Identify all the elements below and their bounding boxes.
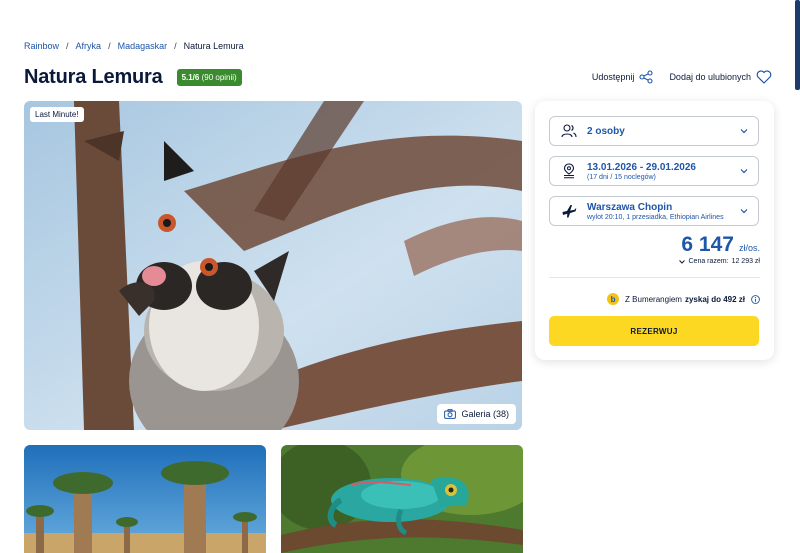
total-value: 12 293 zł <box>731 258 760 265</box>
scrollbar[interactable] <box>795 0 800 90</box>
baobab-photo <box>24 445 266 553</box>
info-icon[interactable] <box>751 294 760 304</box>
last-minute-badge: Last Minute! <box>30 107 84 122</box>
title-row: Natura Lemura 5.1/6 (90 opinii) <box>24 66 242 89</box>
share-icon <box>639 70 653 84</box>
reserve-button[interactable]: REZERWUJ <box>549 316 759 346</box>
breadcrumb-link-madagaskar[interactable]: Madagaskar <box>118 41 168 51</box>
favorite-button[interactable]: Dodaj do ulubionych <box>669 70 772 84</box>
bumerang-text: Z Bumerangiem <box>625 294 682 304</box>
chevron-down-icon <box>740 169 748 174</box>
bumerang-logo-letter: b <box>610 294 616 304</box>
dates-select[interactable]: 13.01.2026 - 29.01.2026 (17 dni / 15 noc… <box>549 156 759 186</box>
breadcrumb-separator: / <box>66 41 69 51</box>
breadcrumb-current: Natura Lemura <box>183 41 244 51</box>
rating-reviews: (90 opinii) <box>201 73 237 82</box>
share-label: Udostępnij <box>591 72 635 82</box>
dates-sub: (17 dni / 15 noclegów) <box>587 173 656 181</box>
persons-value: 2 osoby <box>587 125 625 137</box>
price: 6 147 zł/os. <box>681 233 760 257</box>
bumerang-info: b Z Bumerangiem zyskaj do 492 zł <box>607 293 760 305</box>
chameleon-photo <box>281 445 523 553</box>
camera-icon <box>444 409 457 419</box>
heart-icon <box>756 70 772 84</box>
gallery-button[interactable]: Galeria (38) <box>437 404 516 424</box>
price-unit: zł/os. <box>738 243 760 253</box>
chameleon-thumbnail[interactable] <box>281 445 523 553</box>
hero-image[interactable]: Last Minute! Galeria (38) <box>24 101 522 430</box>
departure-value: Warszawa Chopin <box>587 201 673 213</box>
departure-select[interactable]: Warszawa Chopin wylot 20:10, 1 przesiadk… <box>549 196 759 226</box>
price-amount: 6 147 <box>681 233 734 256</box>
page-title: Natura Lemura <box>24 66 163 88</box>
booking-panel: 2 osoby 13.01.2026 - 29.01.2026 (17 dni … <box>535 101 774 360</box>
total-price-toggle[interactable]: Cena razem: 12 293 zł <box>678 258 760 265</box>
persons-select[interactable]: 2 osoby <box>549 116 759 146</box>
chevron-down-icon <box>678 259 685 264</box>
breadcrumb: Rainbow / Afryka / Madagaskar / Natura L… <box>24 41 244 51</box>
location-calendar-icon <box>563 163 575 179</box>
favorite-label: Dodaj do ulubionych <box>669 72 751 82</box>
breadcrumb-separator: / <box>108 41 111 51</box>
departure-sub: wylot 20:10, 1 przesiadka, Ethiopian Air… <box>587 213 724 221</box>
plane-icon <box>562 205 577 218</box>
lemur-photo <box>24 101 522 430</box>
bumerang-bonus: zyskaj do 492 zł <box>684 294 745 304</box>
baobab-thumbnail[interactable] <box>24 445 266 553</box>
breadcrumb-link-afryka[interactable]: Afryka <box>76 41 102 51</box>
chevron-down-icon <box>740 129 748 134</box>
header-actions: Udostępnij Dodaj do ulubionych <box>576 70 772 84</box>
rating-score: 5.1/6 <box>181 73 200 82</box>
chevron-down-icon <box>740 209 748 214</box>
total-label: Cena razem: <box>688 258 729 265</box>
gallery-label: Galeria (38) <box>461 409 509 419</box>
bumerang-logo: b <box>607 293 620 305</box>
persons-icon <box>561 124 577 138</box>
rating-badge: 5.1/6 (90 opinii) <box>176 69 242 86</box>
breadcrumb-separator: / <box>174 41 177 51</box>
dates-value: 13.01.2026 - 29.01.2026 <box>587 161 696 173</box>
breadcrumb-link-rainbow[interactable]: Rainbow <box>24 41 59 51</box>
divider <box>549 277 760 278</box>
share-button[interactable]: Udostępnij <box>592 70 654 84</box>
